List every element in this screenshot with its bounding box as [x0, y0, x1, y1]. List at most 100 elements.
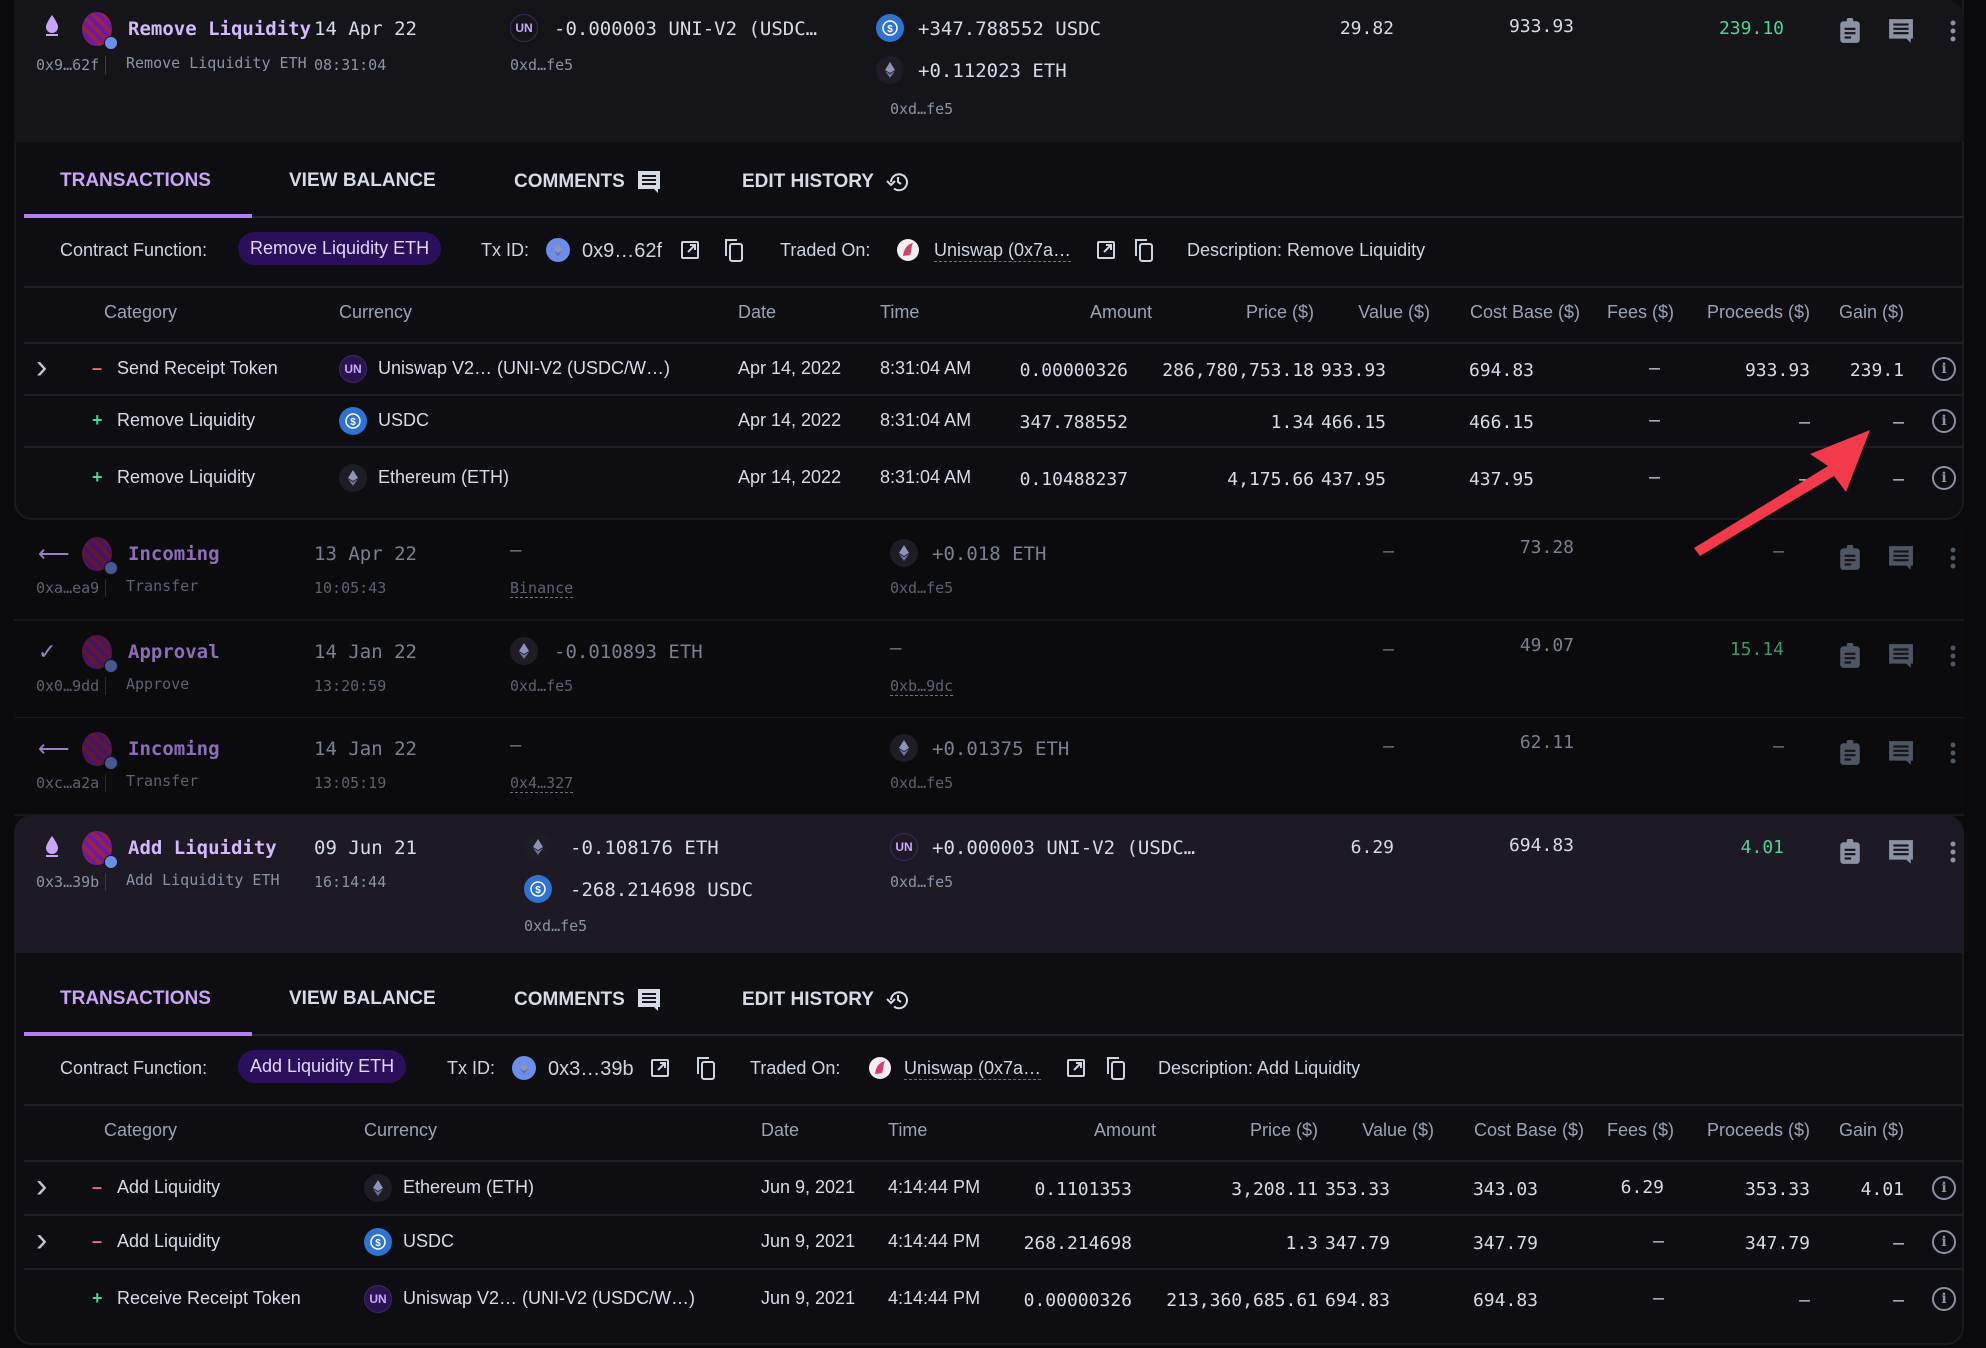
expand-chevron-icon[interactable]: ›: [36, 1167, 47, 1206]
category-sign: –: [92, 358, 103, 378]
info-icon[interactable]: i: [1932, 409, 1956, 433]
more-options-icon[interactable]: [1938, 738, 1968, 768]
category-sign: –: [92, 1177, 103, 1197]
external-link-icon[interactable]: [1096, 240, 1116, 260]
value: 353.33: [1324, 1179, 1390, 1200]
tx-details-row: Contract Function: Add Liquidity ETH Tx …: [24, 1036, 1964, 1106]
tx-date: 14 Apr 22: [314, 18, 417, 40]
traded-on-link[interactable]: Uniswap (0x7a…: [904, 1058, 1042, 1080]
tx-hash[interactable]: 0x3…39b: [36, 873, 107, 891]
comment-icon[interactable]: [1886, 641, 1916, 671]
time: 4:14:44 PM: [888, 1231, 981, 1251]
annotation-arrow-icon: [1694, 430, 1870, 556]
sent-address[interactable]: 0x4…327: [510, 774, 574, 793]
info-icon[interactable]: i: [1932, 1287, 1956, 1311]
usdc-token-icon: [524, 875, 552, 903]
expand-chevron-icon[interactable]: ›: [36, 348, 47, 387]
value: 694.83: [1324, 1290, 1390, 1311]
sent-address[interactable]: 0xd…fe5: [524, 917, 587, 935]
info-icon[interactable]: i: [1932, 466, 1956, 490]
currency: USDC: [403, 1231, 455, 1251]
tab-comments-label: COMMENTS: [514, 171, 625, 192]
th-category: Category: [104, 1120, 178, 1140]
more-options-icon[interactable]: [1938, 837, 1968, 867]
expand-chevron-icon[interactable]: ›: [36, 1221, 47, 1260]
liquidity-remove-icon: [44, 14, 60, 38]
sent-address[interactable]: Binance: [510, 579, 574, 598]
comment-icon: [637, 170, 661, 194]
wallet-avatar: [82, 831, 118, 869]
tx-title: Add Liquidity: [128, 837, 277, 859]
tx-time: 13:20:59: [314, 677, 387, 695]
time: 4:14:44 PM: [888, 1288, 981, 1308]
uniswap-logo-icon: [896, 238, 920, 262]
clipboard-icon[interactable]: [1835, 641, 1865, 671]
tx-fee: 29.82: [1339, 18, 1394, 39]
copy-icon[interactable]: [724, 238, 744, 262]
info-icon[interactable]: i: [1932, 357, 1956, 381]
tab-view-balance[interactable]: VIEW BALANCE: [289, 988, 436, 1010]
fees: –: [1649, 358, 1660, 379]
tx-hash[interactable]: 0x0…9dd: [36, 677, 107, 695]
more-options-icon[interactable]: [1938, 16, 1968, 46]
gain: –: [1893, 469, 1904, 490]
copy-icon[interactable]: [1106, 1056, 1126, 1080]
comment-icon[interactable]: [1886, 837, 1916, 867]
received-address[interactable]: 0xd…fe5: [890, 873, 953, 891]
tx-value: 73.28: [1519, 537, 1574, 558]
date: Apr 14, 2022: [738, 358, 842, 378]
tab-edit-history[interactable]: EDIT HISTORY: [742, 170, 910, 194]
received-address[interactable]: 0xd…fe5: [890, 579, 953, 597]
th-price: Price ($): [1249, 1120, 1318, 1140]
table-row: › – Add Liquidity Ethereum (ETH) Jun 9, 2021…: [24, 1162, 1964, 1216]
comment-icon[interactable]: [1886, 543, 1916, 573]
price: 3,208.11: [1231, 1179, 1318, 1200]
copy-icon[interactable]: [696, 1056, 716, 1080]
more-options-icon[interactable]: [1938, 543, 1968, 573]
clipboard-icon[interactable]: [1835, 16, 1865, 46]
tab-transactions[interactable]: TRANSACTIONS: [60, 988, 211, 1010]
fees: –: [1653, 1231, 1664, 1252]
tab-comments[interactable]: COMMENTS: [514, 988, 661, 1012]
tx-title: Remove Liquidity: [128, 18, 312, 40]
clipboard-icon[interactable]: [1835, 837, 1865, 867]
tab-view-balance[interactable]: VIEW BALANCE: [289, 170, 436, 192]
tx-hash[interactable]: 0xc…a2a: [36, 774, 107, 792]
traded-on-link[interactable]: Uniswap (0x7a…: [934, 240, 1072, 262]
tx-row-remove-liquidity[interactable]: Remove Liquidity 0x9…62f Remove Liquidit…: [14, 0, 1964, 142]
amount: 268.214698: [1023, 1233, 1132, 1254]
sent-address[interactable]: 0xd…fe5: [510, 677, 573, 695]
comment-icon[interactable]: [1886, 738, 1916, 768]
arrow-left-icon: ⟵: [38, 541, 70, 566]
eth-chain-badge: [104, 36, 118, 50]
tab-view-balance-label: VIEW BALANCE: [289, 988, 436, 1009]
category: Receive Receipt Token: [117, 1288, 301, 1308]
tab-comments[interactable]: COMMENTS: [514, 170, 661, 194]
tx-row-incoming[interactable]: ⟵ Incoming 0xa…ea9 Transfer 13 Apr 22 10:05:4…: [14, 523, 1964, 619]
price: 286,780,753.18: [1162, 360, 1314, 381]
comment-icon[interactable]: [1886, 16, 1916, 46]
received-address[interactable]: 0xd…fe5: [890, 774, 953, 792]
clipboard-icon[interactable]: [1835, 738, 1865, 768]
received-address[interactable]: 0xb…9dc: [890, 677, 954, 696]
th-value: Value ($): [1358, 302, 1430, 322]
tx-gain: 4.01: [1740, 837, 1784, 858]
external-link-icon[interactable]: [680, 240, 700, 260]
info-icon[interactable]: i: [1932, 1230, 1956, 1254]
tx-hash[interactable]: 0xa…ea9: [36, 579, 107, 597]
external-link-icon[interactable]: [1066, 1058, 1086, 1078]
eth-token-icon: [510, 637, 538, 665]
tx-row-add-liquidity[interactable]: Add Liquidity 0x3…39b Add Liquidity ETH …: [14, 817, 1964, 953]
tx-row-approval[interactable]: ✓ Approval 0x0…9dd Approve 14 Jan 22 13:20:59…: [14, 621, 1964, 717]
tx-hash[interactable]: 0x9…62f: [36, 56, 107, 74]
tx-row-incoming[interactable]: ⟵ Incoming 0xc…a2a Transfer 14 Jan 22 13:05:1…: [14, 718, 1964, 814]
received-address[interactable]: 0xd…fe5: [890, 100, 953, 118]
copy-icon[interactable]: [1134, 238, 1154, 262]
info-icon[interactable]: i: [1932, 1176, 1956, 1200]
date: Apr 14, 2022: [738, 410, 842, 430]
tab-transactions[interactable]: TRANSACTIONS: [60, 170, 211, 192]
tab-edit-history[interactable]: EDIT HISTORY: [742, 988, 910, 1012]
external-link-icon[interactable]: [650, 1058, 670, 1078]
sent-address[interactable]: 0xd…fe5: [510, 56, 573, 74]
more-options-icon[interactable]: [1938, 641, 1968, 671]
